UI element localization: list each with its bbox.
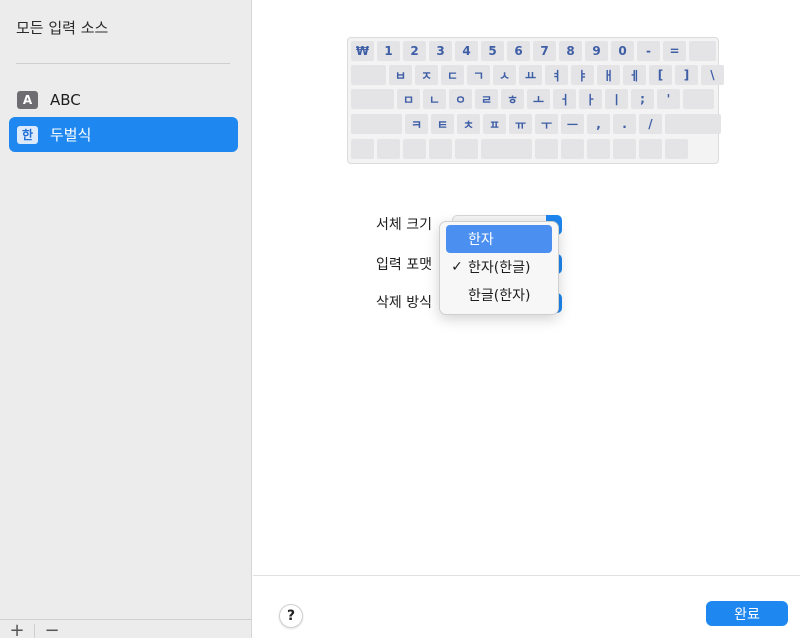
keyboard-key-blank [683, 89, 714, 109]
keyboard-key: ㅇ [449, 89, 472, 109]
keyboard-key-blank [351, 139, 374, 159]
menu-item-label: 한자 [468, 232, 494, 248]
hangul-badge-icon: 한 [17, 125, 38, 144]
keyboard-key: 0 [611, 41, 634, 61]
menu-item-hanja-hangul[interactable]: ✓ 한자(한글) [446, 253, 552, 281]
keyboard-key: ㅐ [597, 65, 620, 85]
input-format-menu: 한자 ✓ 한자(한글) 한글(한자) [439, 221, 559, 315]
source-item-label: 두벌식 [50, 126, 92, 144]
source-item-label: ABC [50, 90, 81, 109]
keyboard-key: / [639, 114, 662, 134]
keyboard-key-blank [377, 139, 400, 159]
keyboard-key: 6 [507, 41, 530, 61]
keyboard-row: ㅁㄴㅇㄹㅎㅗㅓㅏㅣ; ' [351, 89, 714, 109]
help-button[interactable]: ? [279, 604, 303, 628]
keyboard-key: ㄱ [467, 65, 490, 85]
keyboard-key: = [663, 41, 686, 61]
keyboard-key-blank [613, 139, 636, 159]
remove-source-button[interactable]: − [35, 622, 69, 640]
font-size-label: 서체 크기 [376, 217, 432, 233]
keyboard-key: 1 [377, 41, 400, 61]
keyboard-key: ㅓ [553, 89, 576, 109]
keyboard-key: ㅣ [605, 89, 628, 109]
keyboard-key-blank [587, 139, 610, 159]
add-source-button[interactable]: + [0, 622, 34, 640]
keyboard-key: ㅋ [405, 114, 428, 134]
keyboard-key: ㄷ [441, 65, 464, 85]
keyboard-key: - [637, 41, 660, 61]
input-source-sidebar: 모든 입력 소스 A ABC 한 두벌식 + − [0, 0, 252, 640]
keyboard-key: ㅈ [415, 65, 438, 85]
checkmark-icon: ✓ [451, 259, 463, 275]
keyboard-key: [ [649, 65, 672, 85]
keyboard-key: 4 [455, 41, 478, 61]
keyboard-key: , [587, 114, 610, 134]
keyboard-key: \ [701, 65, 724, 85]
keyboard-key-blank [481, 139, 532, 159]
keyboard-row [351, 139, 688, 159]
keyboard-key: 7 [533, 41, 556, 61]
keyboard-key: ㅌ [431, 114, 454, 134]
keyboard-key: ㅅ [493, 65, 516, 85]
keyboard-key-blank [665, 139, 688, 159]
keyboard-key: ㅁ [397, 89, 420, 109]
keyboard-key-blank [689, 41, 716, 61]
keyboard-key: ₩ [351, 41, 374, 61]
menu-item-hangul-hanja[interactable]: 한글(한자) [446, 281, 552, 309]
menu-item-label: 한자(한글) [468, 260, 531, 276]
keyboard-key: ㅂ [389, 65, 412, 85]
keyboard-key-blank [535, 139, 558, 159]
keyboard-key: ㅎ [501, 89, 524, 109]
keyboard-key: . [613, 114, 636, 134]
keyboard-key-blank [351, 65, 386, 85]
keyboard-row: ㅂㅈㄷㄱㅅㅛㅕㅑㅐㅔ[] \ [351, 65, 724, 85]
menu-item-label: 한글(한자) [468, 288, 531, 304]
keyboard-key: ㅊ [457, 114, 480, 134]
menu-item-hanja[interactable]: 한자 [446, 225, 552, 253]
keyboard-key-blank [561, 139, 584, 159]
sidebar-divider [16, 63, 230, 64]
keyboard-key-blank [429, 139, 452, 159]
keyboard-row: ₩1 2 3 4 5 6 7 8 9 0- = [351, 41, 716, 61]
keyboard-key: ㄹ [475, 89, 498, 109]
keyboard-key: ㅏ [579, 89, 602, 109]
keyboard-key: ㅗ [527, 89, 550, 109]
sidebar-title: 모든 입력 소스 [16, 19, 109, 37]
keyboard-key: ; [631, 89, 654, 109]
footer-separator [253, 575, 800, 576]
keyboard-key-blank [351, 114, 402, 134]
done-button[interactable]: 완료 [706, 601, 788, 626]
keyboard-key: ㅛ [519, 65, 542, 85]
keyboard-key: ㅕ [545, 65, 568, 85]
keyboard-key: 5 [481, 41, 504, 61]
keyboard-key-blank [455, 139, 478, 159]
input-format-label: 입력 포맷 [376, 257, 432, 273]
source-item-abc[interactable]: A ABC [9, 82, 238, 117]
keyboard-key: ㅠ [509, 114, 532, 134]
keyboard-key: 8 [559, 41, 582, 61]
keyboard-key-blank [403, 139, 426, 159]
keyboard-key: 2 [403, 41, 426, 61]
keyboard-key: ㅜ [535, 114, 558, 134]
abc-badge-icon: A [17, 90, 38, 109]
keyboard-key: ' [657, 89, 680, 109]
keyboard-key-blank [665, 114, 721, 134]
keyboard-key: ㄴ [423, 89, 446, 109]
keyboard-row: ㅋㅌㅊㅍㅠㅜㅡ,. / [351, 114, 721, 134]
keyboard-key: ㅔ [623, 65, 646, 85]
keyboard-key: ㅑ [571, 65, 594, 85]
keyboard-layout-preview: ₩1 2 3 4 5 6 7 8 9 0- = ㅂㅈㄷㄱㅅㅛㅕㅑㅐㅔ[] \ ㅁㄴㅇㄹㅎㅗㅓㅏㅣ; ' … [347, 37, 724, 164]
keyboard-key: 9 [585, 41, 608, 61]
keyboard-key: ㅡ [561, 114, 584, 134]
source-item-2set-korean[interactable]: 한 두벌식 [9, 117, 238, 152]
sidebar-footer: + − [0, 619, 251, 640]
delete-mode-label: 삭제 방식 [376, 295, 432, 311]
keyboard-key: ㅍ [483, 114, 506, 134]
keyboard-key: ] [675, 65, 698, 85]
keyboard-key: 3 [429, 41, 452, 61]
keyboard-key-blank [351, 89, 394, 109]
keyboard-key-blank [639, 139, 662, 159]
